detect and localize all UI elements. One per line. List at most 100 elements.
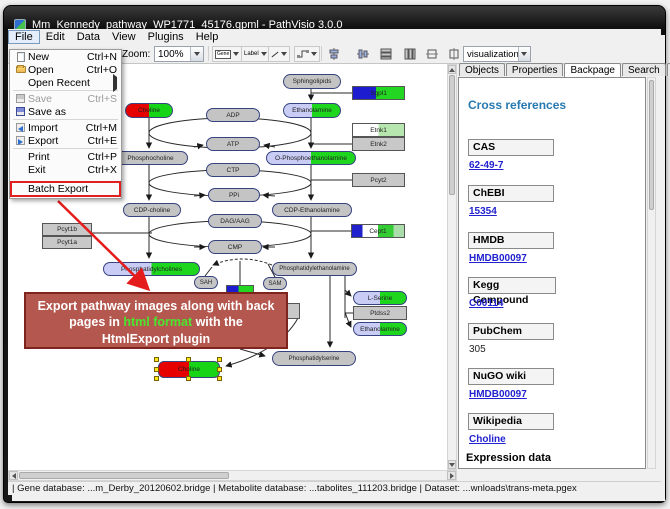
zoom-combobox[interactable]: 100% <box>154 46 204 62</box>
new-line-tool[interactable] <box>268 46 290 62</box>
chevron-down-icon <box>521 52 527 56</box>
tab-legend[interactable]: Legend <box>667 63 670 76</box>
node-o-phosphoethanolamine[interactable]: O-Phosphoethanolamine <box>266 151 356 165</box>
selection-handle[interactable] <box>154 367 159 372</box>
scroll-up-button[interactable] <box>448 65 456 74</box>
node-l-serine[interactable]: L-Serine <box>353 291 407 305</box>
menu-edit[interactable]: Edit <box>40 30 71 44</box>
export-icon <box>16 136 25 145</box>
menu-separator <box>13 90 118 91</box>
scroll-down-button[interactable] <box>448 460 456 469</box>
menu-item-save[interactable]: Save Ctrl+S <box>10 92 121 105</box>
xref-link-hmdb[interactable]: HMDB00097 <box>469 253 527 264</box>
highlighted-text: html format <box>123 315 192 329</box>
file-menu-popup: New Ctrl+N Open Ctrl+O Open Recent Save … <box>9 49 122 199</box>
node-pcyt1b[interactable]: Pcyt1b <box>42 223 92 236</box>
xref-link-cas[interactable]: 62-49-7 <box>469 160 503 171</box>
visualization-dropdown-button[interactable] <box>518 47 530 61</box>
selection-handle[interactable] <box>186 357 191 362</box>
menu-item-print[interactable]: Print Ctrl+P <box>10 150 121 163</box>
node-ppi[interactable]: PPi <box>208 188 260 202</box>
section-header-hmdb: HMDB <box>468 232 554 249</box>
vertical-scroll-thumb[interactable] <box>449 75 455 195</box>
submenu-arrow-icon <box>113 74 117 92</box>
horizontal-scroll-thumb[interactable] <box>19 472 229 479</box>
xref-link-chebi[interactable]: 15354 <box>469 206 497 217</box>
tab-backpage[interactable]: Backpage <box>564 63 620 77</box>
node-ptdss2[interactable]: Ptdss2 <box>353 306 407 320</box>
chevron-down-icon <box>194 52 200 56</box>
menu-item-export[interactable]: Export Ctrl+E <box>10 134 121 147</box>
node-etnk2[interactable]: Etnk2 <box>352 137 405 151</box>
chevron-down-icon <box>261 52 267 56</box>
xref-value-pubchem: 305 <box>469 344 486 355</box>
new-label-tool[interactable]: Label <box>241 46 270 62</box>
node-dag-aag[interactable]: DAG/AAG <box>208 214 262 228</box>
menu-separator <box>13 119 118 120</box>
selection-handle[interactable] <box>217 367 222 372</box>
new-connector-tool[interactable] <box>294 46 320 62</box>
node-sah[interactable]: SAH <box>194 276 218 289</box>
menu-help[interactable]: Help <box>190 30 225 44</box>
node-adp[interactable]: ADP <box>206 108 260 122</box>
selection-handle[interactable] <box>186 376 191 381</box>
selection-handle[interactable] <box>154 357 159 362</box>
menu-item-import[interactable]: Import Ctrl+M <box>10 121 121 134</box>
tab-properties[interactable]: Properties <box>506 63 564 76</box>
common-height-button[interactable] <box>446 46 462 62</box>
menu-data[interactable]: Data <box>71 30 106 44</box>
node-cdp-ethanolamine[interactable]: CDP-Ethanolamine <box>272 203 352 217</box>
node-ethanolamine-bottom[interactable]: Ethanolamine <box>353 322 407 336</box>
node-cept1[interactable]: Cept1 <box>351 224 405 238</box>
node-sam[interactable]: SAM <box>263 277 287 290</box>
node-sgpl1[interactable]: Sgpl1 <box>352 86 405 100</box>
stack-vertical-button[interactable] <box>402 46 418 62</box>
node-phosphocholine[interactable]: Phosphocholine <box>113 151 188 165</box>
node-phosphatidylcholines[interactable]: Phosphatidylcholines <box>103 262 200 276</box>
canvas-vertical-scrollbar[interactable] <box>447 64 457 470</box>
xref-link-kegg[interactable]: C00114 <box>469 298 503 309</box>
tab-objects[interactable]: Objects <box>459 63 505 76</box>
zoom-dropdown-button[interactable] <box>190 47 203 61</box>
node-pcyt2[interactable]: Pcyt2 <box>352 173 405 187</box>
xref-link-nugo[interactable]: HMDB00097 <box>469 389 527 400</box>
new-gene-tool[interactable]: Gene <box>212 46 242 62</box>
align-center-y-button[interactable] <box>355 46 371 62</box>
menu-view[interactable]: View <box>106 30 142 44</box>
selection-handle[interactable] <box>217 376 222 381</box>
canvas-horizontal-scrollbar[interactable] <box>8 470 457 481</box>
node-phosphatidylserine[interactable]: Phosphatidylserine <box>272 351 356 366</box>
panel-scroll-thumb[interactable] <box>649 80 654 210</box>
menu-item-exit[interactable]: Exit Ctrl+X <box>10 163 121 176</box>
menu-item-save-as[interactable]: Save as <box>10 105 121 118</box>
stack-horizontal-button[interactable] <box>378 46 394 62</box>
align-center-x-button[interactable] <box>326 46 342 62</box>
node-cdp-choline[interactable]: CDP-choline <box>123 203 181 217</box>
save-as-icon <box>16 107 25 116</box>
node-atp[interactable]: ATP <box>206 137 260 151</box>
node-pcyt1a[interactable]: Pcyt1a <box>42 236 92 249</box>
menu-item-open[interactable]: Open Ctrl+O <box>10 63 121 76</box>
selection-handle[interactable] <box>217 357 222 362</box>
batch-export-highlight-box <box>10 181 121 197</box>
node-choline-top[interactable]: Choline <box>125 103 173 118</box>
menu-item-open-recent[interactable]: Open Recent <box>10 76 121 89</box>
node-cmp[interactable]: CMP <box>208 240 262 254</box>
xref-link-wikipedia[interactable]: Choline <box>469 434 506 445</box>
node-phosphatidylethanolamine[interactable]: Phosphatidylethanolamine <box>272 262 357 276</box>
menu-file[interactable]: File <box>8 30 40 44</box>
panel-vertical-scrollbar[interactable] <box>647 77 656 469</box>
selection-handle[interactable] <box>154 376 159 381</box>
scroll-right-button[interactable] <box>447 471 456 480</box>
status-bar: | Gene database: ...m_Derby_20120602.bri… <box>8 481 661 495</box>
node-etnk1[interactable]: Etnk1 <box>352 123 405 137</box>
common-width-button[interactable] <box>424 46 440 62</box>
visualization-combobox[interactable]: visualization <box>463 46 531 62</box>
node-ethanolamine-top[interactable]: Ethanolamine <box>283 103 341 118</box>
menu-item-new[interactable]: New Ctrl+N <box>10 50 121 63</box>
scroll-left-button[interactable] <box>9 471 18 480</box>
node-sphingolipids[interactable]: Sphingolipids <box>283 74 341 89</box>
tab-search[interactable]: Search <box>622 63 666 76</box>
node-ctp[interactable]: CTP <box>206 163 260 177</box>
menu-plugins[interactable]: Plugins <box>142 30 190 44</box>
